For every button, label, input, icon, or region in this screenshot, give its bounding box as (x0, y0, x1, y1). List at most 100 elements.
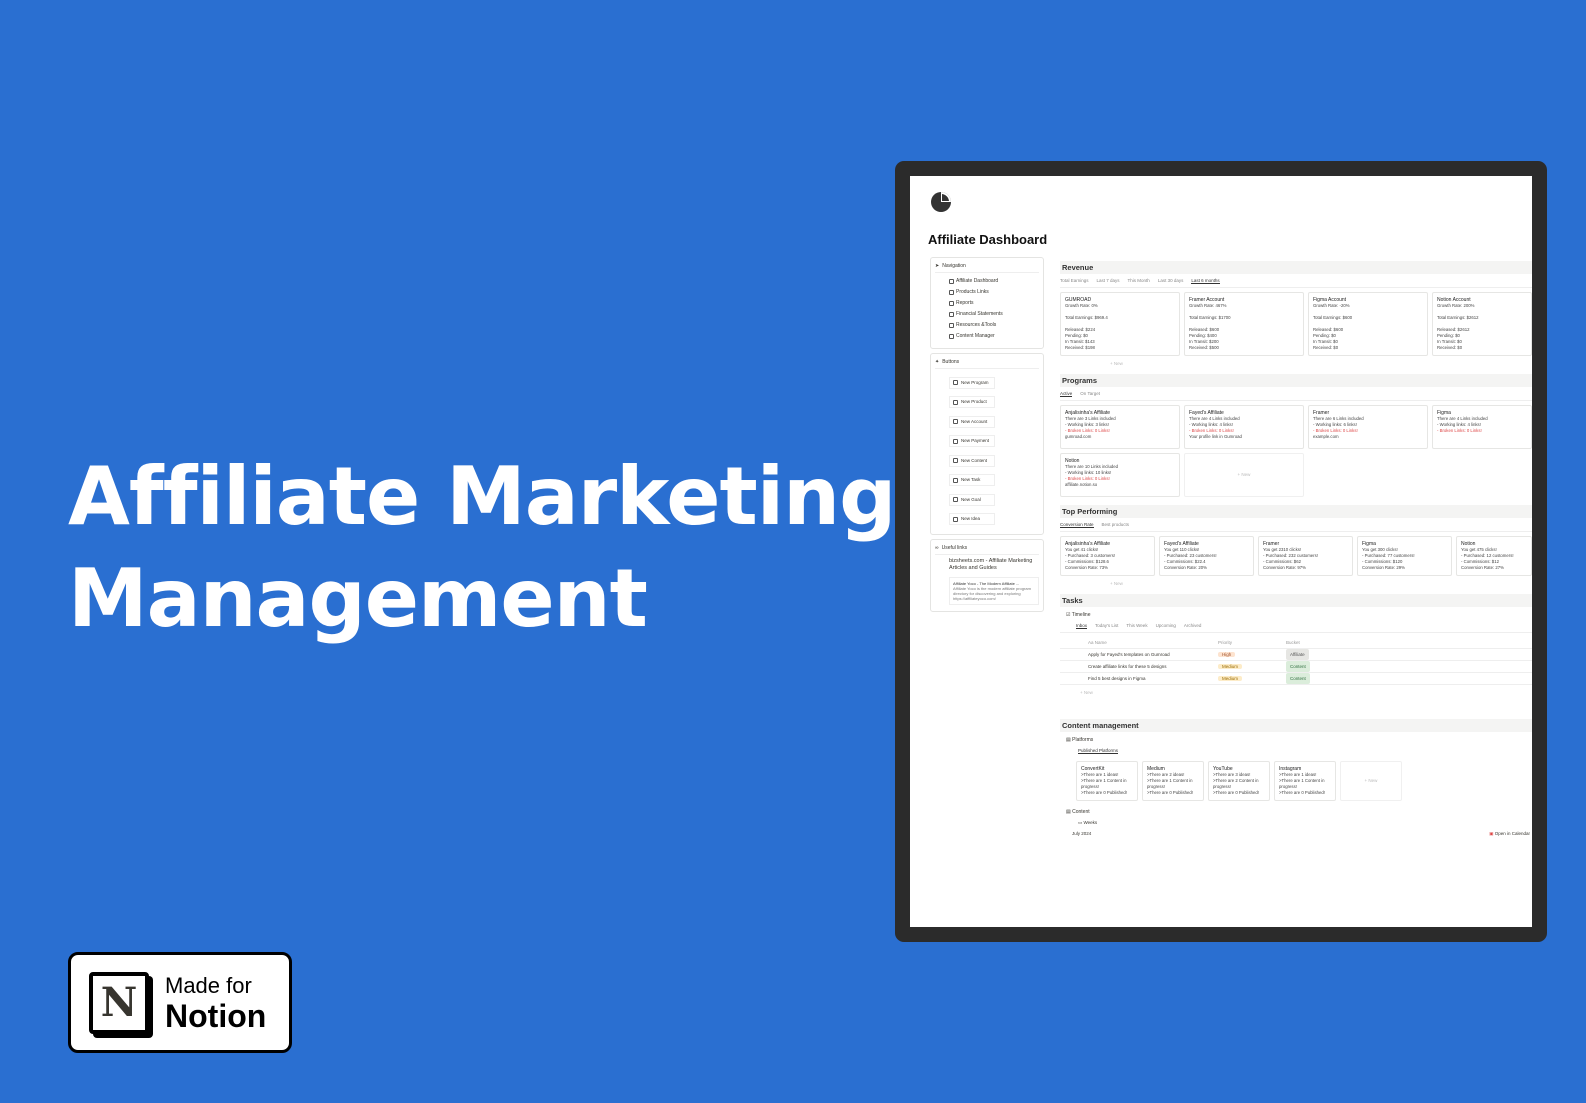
button-icon (953, 419, 958, 424)
table-row[interactable]: Create affiliate links for these 5 desig… (1060, 661, 1532, 673)
button-icon (953, 516, 958, 522)
page-icon (949, 312, 954, 317)
pie-chart-icon (931, 192, 951, 212)
program-card[interactable]: Fayed's Affiliate There are 4 Links inclu… (1184, 405, 1304, 449)
program-card[interactable]: Notion There are 10 Links included - Worki… (1060, 453, 1180, 497)
tab-on-target[interactable]: On Target (1080, 391, 1100, 397)
new-program-button[interactable]: New Program (949, 376, 995, 389)
tab-last-30-days[interactable]: Last 30 days (1158, 278, 1184, 284)
table-row[interactable]: Apply for Fayed's templates on Gumroad Hi… (1060, 649, 1532, 661)
revenue-card[interactable]: Notion Account Growth Rate: 200% Total Ear… (1432, 292, 1532, 356)
top-performing-tabs: Conversion Rate Best products (1060, 520, 1532, 532)
badge-notion: Notion (165, 997, 267, 1034)
buttons-box: ✦ Buttons New Program New Product New Acc… (930, 353, 1044, 535)
button-icon (953, 458, 958, 463)
programs-heading: Programs (1060, 374, 1532, 387)
nav-item-resources-tools[interactable]: Resources &Tools (935, 320, 1039, 331)
navigation-box: ➤ Navigation Affiliate Dashboard Products… (930, 257, 1044, 349)
top-performing-section: Top Performing Conversion Rate Best prod… (1060, 505, 1532, 586)
tab-todays-list[interactable]: Today's List (1095, 623, 1118, 629)
new-product-button[interactable]: New Product (949, 396, 995, 408)
revenue-card[interactable]: Framer Account Growth Rate: 467% Total Ear… (1184, 292, 1304, 356)
new-content-button[interactable]: New Content (949, 454, 995, 467)
program-card[interactable]: Framer There are 6 Links included - Workin… (1308, 405, 1428, 449)
tab-this-week[interactable]: This Week (1126, 623, 1147, 629)
performance-card[interactable]: Anjalisinha's Affiliate You get 41 clicks… (1060, 536, 1155, 576)
notion-page: Affiliate Dashboard ➤ Navigation Affiliat… (910, 176, 1532, 927)
platforms-database[interactable]: ▤ Platforms (1060, 734, 1532, 746)
bizsheets-link[interactable]: bizsheets.com - Affiliate Marketing Arti… (935, 558, 1039, 572)
performance-card[interactable]: Figma You get 300 clicks! - Purchased: 77 … (1357, 536, 1452, 576)
task-table-header: Aa Name Priority Bucket (1060, 637, 1532, 649)
program-card[interactable]: Figma There are 4 Links included - Working… (1432, 405, 1532, 449)
tab-best-products[interactable]: Best products (1102, 522, 1130, 528)
nav-item-products-links[interactable]: Products Links (935, 287, 1039, 298)
revenue-card[interactable]: Figma Account Growth Rate: -20% Total Earn… (1308, 292, 1428, 356)
nav-item-reports[interactable]: Reports (935, 298, 1039, 309)
content-management-heading: Content management (1060, 719, 1532, 732)
revenue-card[interactable]: GUMROAD Growth Rate: 0% Total Earnings: $9… (1060, 292, 1180, 356)
tab-last-6-months[interactable]: Last 6 months (1191, 278, 1220, 284)
top-performing-cards: Anjalisinha's Affiliate You get 41 clicks… (1060, 536, 1532, 576)
performance-card[interactable]: Notion You get 475 clicks! - Purchased: 12… (1456, 536, 1532, 576)
nav-item-content-manager[interactable]: Content Manager (935, 331, 1039, 342)
tasks-tabs: Inbox Today's List This Week Upcoming Ar… (1060, 621, 1532, 633)
tab-total-earnings[interactable]: Total Earnings (1060, 278, 1089, 284)
programs-cards: Anjalisinha's Affiliate There are 3 Links… (1060, 405, 1532, 497)
nav-item-affiliate-dashboard[interactable]: Affiliate Dashboard (935, 276, 1039, 287)
revenue-section: Revenue Total Earnings Last 7 days This … (1060, 261, 1532, 366)
programs-new-button[interactable]: + New (1184, 453, 1304, 497)
new-idea-button[interactable]: New Idea (949, 513, 995, 525)
platform-card[interactable]: Instagram >There are 1 ideas! >There are 1… (1274, 761, 1336, 801)
tab-active[interactable]: Active (1060, 391, 1073, 397)
tab-this-month[interactable]: This Month (1128, 278, 1150, 284)
badge-made-for: Made for (165, 972, 252, 998)
weeks-view-tab[interactable]: ▭ Weeks (1060, 818, 1532, 829)
performance-card[interactable]: Framer You get 2310 clicks! - Purchased: 2… (1258, 536, 1353, 576)
programs-section: Programs Active On Target Anjalisinha's … (1060, 374, 1532, 497)
notion-logo-icon: N (89, 971, 149, 1034)
program-card[interactable]: Anjalisinha's Affiliate There are 3 Links… (1060, 405, 1180, 449)
revenue-heading: Revenue (1060, 261, 1532, 274)
top-new-button[interactable]: + New (1060, 576, 1532, 586)
revenue-new-button[interactable]: + New (1060, 356, 1532, 366)
buttons-heading: ✦ Buttons (935, 357, 1039, 369)
platforms-new-button[interactable]: + New (1340, 761, 1402, 801)
hero-title: Affiliate Marketing Management (68, 446, 896, 650)
nav-item-financial-statements[interactable]: Financial Statements (935, 309, 1039, 320)
sidebar: ➤ Navigation Affiliate Dashboard Products… (930, 257, 1044, 616)
button-icon (953, 438, 958, 444)
tab-published-platforms[interactable]: Published Platforms (1078, 748, 1119, 754)
bookmark-card[interactable]: Affiliate Yoco - The Modern Affiliate ..… (949, 577, 1039, 605)
open-in-calendar-button[interactable]: ▣ Open in Calendar (1489, 831, 1530, 837)
tab-archived[interactable]: Archived (1184, 623, 1202, 629)
platforms-tabs: Published Platforms (1060, 746, 1532, 757)
hero-line-1: Affiliate Marketing (68, 450, 896, 543)
new-goal-button[interactable]: New Goal (949, 493, 995, 506)
platform-card[interactable]: Medium >There are 2 ideas! >There are 1 Co… (1142, 761, 1204, 801)
new-payment-button[interactable]: New Payment (949, 435, 995, 447)
tab-upcoming[interactable]: Upcoming (1156, 623, 1176, 629)
navigation-arrow-icon: ➤ (935, 263, 940, 269)
button-icon (953, 497, 958, 502)
revenue-tabs: Total Earnings Last 7 days This Month La… (1060, 276, 1532, 288)
platform-card[interactable]: ConvertKit >There are 1 ideas! >There are … (1076, 761, 1138, 801)
tab-conversion-rate[interactable]: Conversion Rate (1060, 522, 1094, 528)
content-database[interactable]: ▤ Content (1060, 801, 1532, 818)
button-icon (953, 399, 958, 405)
table-row[interactable]: Find 5 best designs in Figma Medium Conten… (1060, 673, 1532, 685)
platform-card[interactable]: YouTube >There are 3 ideas! >There are 2 C… (1208, 761, 1270, 801)
useful-links-box: ∞ Useful links bizsheets.com - Affiliate … (930, 539, 1044, 612)
performance-card[interactable]: Fayed's Affiliate You get 110 clicks! - Pu… (1159, 536, 1254, 576)
tab-last-7-days[interactable]: Last 7 days (1097, 278, 1120, 284)
tasks-heading: Tasks (1060, 594, 1532, 607)
timeline-toggle[interactable]: ☑ Timeline (1060, 609, 1532, 621)
device-frame: Affiliate Dashboard ➤ Navigation Affiliat… (895, 161, 1547, 942)
tasks-new-button[interactable]: + New (1060, 685, 1532, 695)
calendar-header: July 2024 ▣ Open in Calendar (1060, 829, 1530, 837)
tab-inbox[interactable]: Inbox (1076, 623, 1088, 629)
page-icon (949, 290, 954, 295)
link-icon: ∞ (935, 545, 939, 551)
new-task-button[interactable]: New Task (949, 474, 995, 486)
new-account-button[interactable]: New Account (949, 415, 995, 428)
